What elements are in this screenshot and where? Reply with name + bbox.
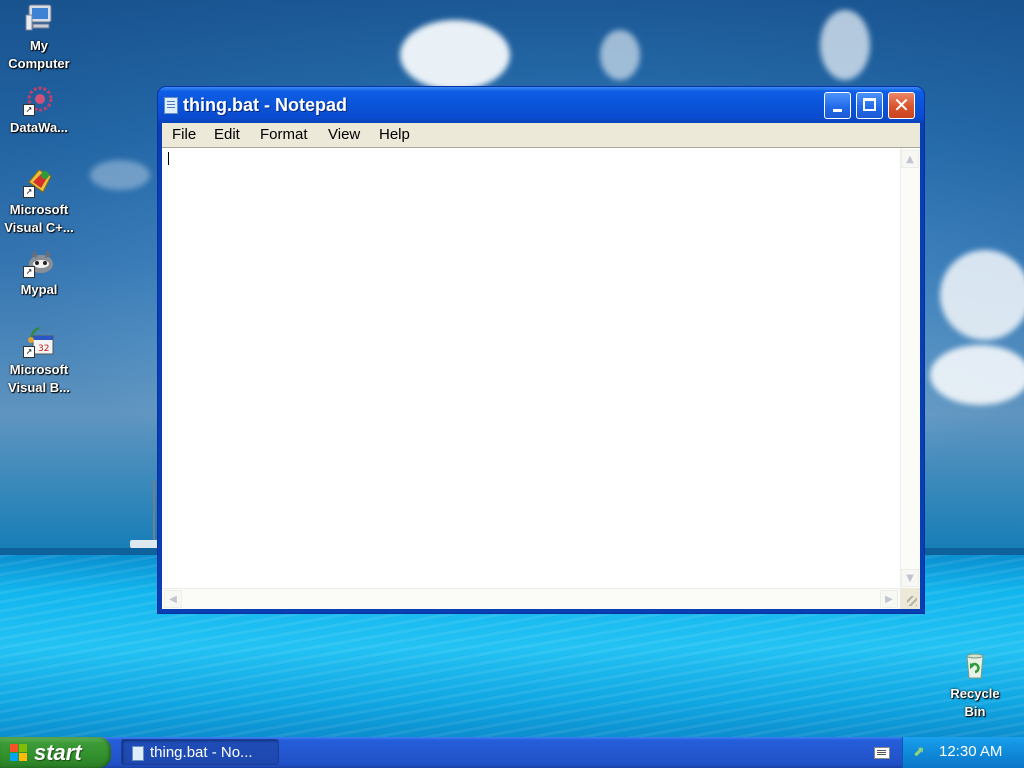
- minimize-icon: [833, 109, 842, 112]
- desktop-icon-label: Recycle: [950, 686, 1000, 701]
- clock[interactable]: 12:30 AM: [939, 743, 1002, 760]
- desktop-icon-label: Mypal: [20, 282, 58, 297]
- text-editor[interactable]: [162, 148, 900, 589]
- desktop-icon-mypal[interactable]: ↗ Mypal: [0, 246, 78, 300]
- start-label: start: [34, 740, 82, 765]
- boat-mast: [153, 480, 155, 546]
- cloud: [820, 10, 870, 80]
- vertical-scrollbar[interactable]: ▲ ▼: [900, 148, 920, 589]
- scroll-right-button[interactable]: ▶: [880, 590, 898, 608]
- menu-view[interactable]: View: [324, 126, 364, 144]
- desktop-icon-my-computer[interactable]: My Computer: [0, 2, 78, 74]
- shortcut-arrow-icon: ↗: [23, 346, 35, 358]
- scroll-up-button[interactable]: ▲: [901, 150, 919, 168]
- shortcut-arrow-icon: ↗: [23, 104, 35, 116]
- recycle-bin-icon: [959, 650, 991, 682]
- window-title: thing.bat - Notepad: [183, 95, 347, 115]
- maximize-icon: [863, 98, 876, 111]
- desktop-icon-datawatch[interactable]: ↗ DataWa...: [0, 84, 78, 138]
- menu-edit[interactable]: Edit: [210, 126, 244, 144]
- desktop-icon-label: Visual C+...: [4, 220, 74, 235]
- windows-logo-icon: [10, 744, 28, 762]
- desktop-icon-visual-cpp[interactable]: ↗ Microsoft Visual C+...: [0, 166, 78, 238]
- desktop-icon-label: Microsoft: [9, 202, 69, 217]
- visual-basic-icon: 32 ↗: [23, 326, 55, 358]
- window-client: File Edit Format View Help ▲ ▼ ◀ ▶: [162, 123, 920, 609]
- window-titlebar[interactable]: thing.bat - Notepad ✕: [158, 87, 924, 123]
- notepad-icon: [164, 97, 178, 114]
- menu-bar: File Edit Format View Help: [162, 123, 920, 147]
- taskbar: start thing.bat - No... ⬈ 12:30 AM: [0, 737, 1024, 768]
- desktop-icon-label: Computer: [8, 56, 70, 71]
- scroll-down-button[interactable]: ▼: [901, 569, 919, 587]
- desktop-icon-recycle-bin[interactable]: Recycle Bin: [936, 650, 1014, 722]
- desktop-icon-label: Bin: [964, 704, 986, 719]
- cloud: [940, 250, 1024, 340]
- taskbar-button-label: thing.bat - No...: [150, 744, 253, 761]
- network-icon[interactable]: ⬈: [913, 744, 929, 760]
- visual-cpp-icon: ↗: [23, 166, 55, 198]
- menu-format[interactable]: Format: [256, 126, 312, 144]
- shortcut-arrow-icon: ↗: [23, 266, 35, 278]
- menu-help[interactable]: Help: [375, 126, 414, 144]
- cloud: [930, 345, 1024, 405]
- minimize-button[interactable]: [824, 92, 851, 119]
- text-caret: [168, 152, 169, 165]
- desktop-icon-label: DataWa...: [9, 120, 69, 135]
- boat: [130, 540, 158, 548]
- horizontal-scrollbar[interactable]: ◀ ▶: [162, 588, 900, 609]
- cloud: [400, 20, 510, 90]
- close-button[interactable]: ✕: [888, 92, 915, 119]
- menu-file[interactable]: File: [168, 126, 200, 144]
- resize-grip[interactable]: [900, 588, 920, 609]
- shortcut-arrow-icon: ↗: [23, 186, 35, 198]
- notepad-window[interactable]: thing.bat - Notepad ✕ File Edit Format V…: [158, 87, 924, 613]
- maximize-button[interactable]: [856, 92, 883, 119]
- desktop-icon-label: My: [29, 38, 49, 53]
- taskbar-button-notepad[interactable]: thing.bat - No...: [121, 739, 279, 765]
- desktop-icon-label: Microsoft: [9, 362, 69, 377]
- desktop-icon-label: Visual B...: [8, 380, 70, 395]
- my-computer-icon: [23, 2, 55, 34]
- scroll-left-button[interactable]: ◀: [164, 590, 182, 608]
- cloud: [600, 30, 640, 80]
- keyboard-icon[interactable]: [874, 747, 890, 759]
- desktop-icon-visual-basic[interactable]: 32 ↗ Microsoft Visual B...: [0, 326, 78, 398]
- close-icon: ✕: [893, 93, 910, 117]
- mypal-icon: ↗: [23, 246, 55, 278]
- cloud: [90, 160, 150, 190]
- notepad-icon: [132, 746, 144, 761]
- start-button[interactable]: start: [0, 737, 111, 768]
- system-tray: ⬈ 12:30 AM: [902, 737, 1024, 768]
- editor-frame: ▲ ▼ ◀ ▶: [162, 147, 920, 609]
- svg-text:32: 32: [38, 344, 49, 354]
- datawatch-icon: ↗: [23, 84, 55, 116]
